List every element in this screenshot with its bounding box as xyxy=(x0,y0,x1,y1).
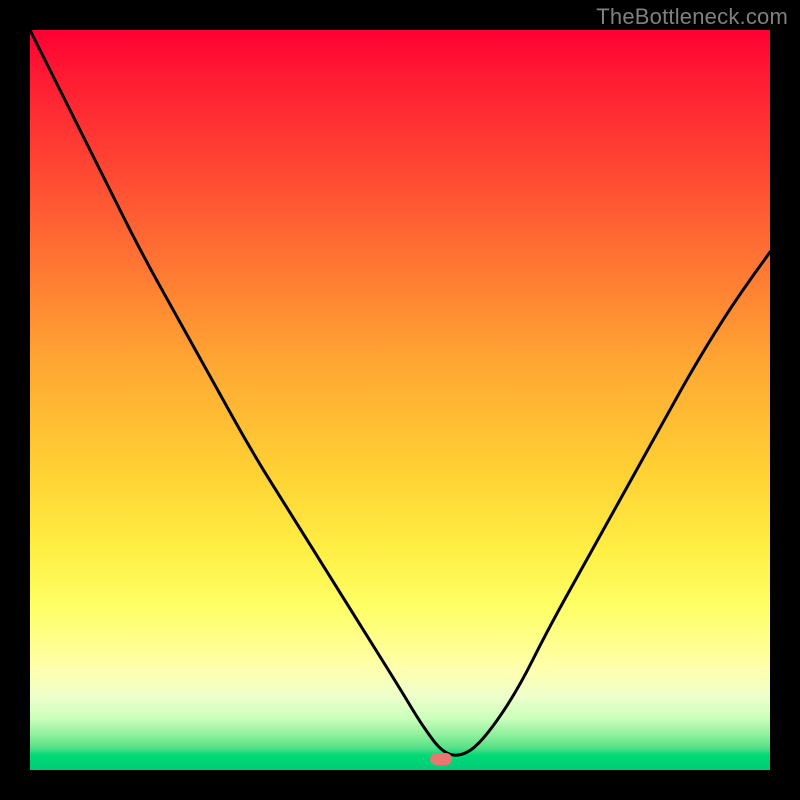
bottleneck-curve xyxy=(30,30,770,770)
chart-frame: TheBottleneck.com xyxy=(0,0,800,800)
valley-marker xyxy=(430,753,452,765)
plot-area xyxy=(30,30,770,770)
watermark-text: TheBottleneck.com xyxy=(596,4,788,30)
